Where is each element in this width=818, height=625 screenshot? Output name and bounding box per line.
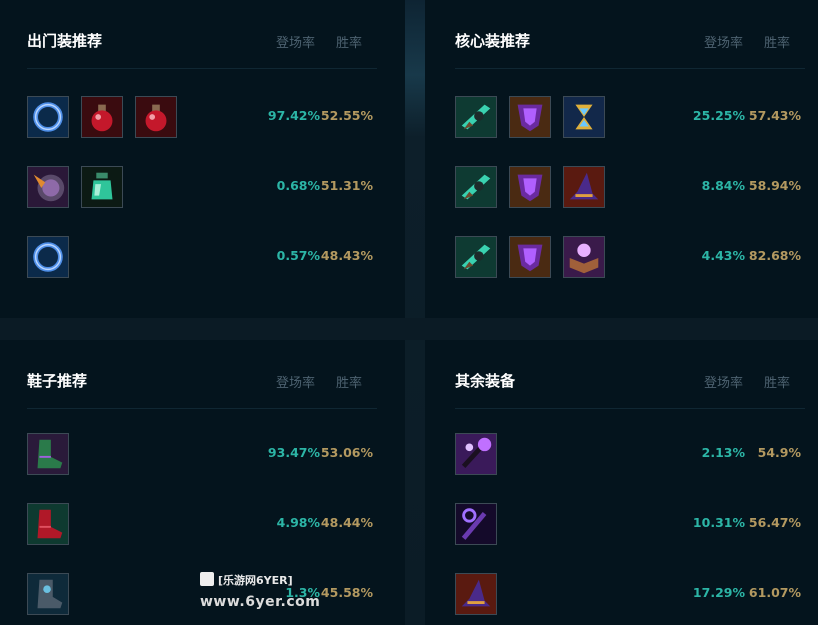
watermark-url-text: www.6yer.com: [200, 594, 321, 610]
win-rate-value: 57.43%: [748, 108, 801, 123]
header-divider: [455, 68, 805, 69]
win-rate-value: 52.55%: [320, 108, 373, 123]
gunblade-item-icon[interactable]: [455, 166, 497, 208]
starting-items-panel: 出门装推荐 登场率 胜率 97.42% 52.55% 0.68% 51.31% …: [0, 0, 405, 318]
header-divider: [27, 408, 377, 409]
build-row[interactable]: 25.25% 57.43%: [455, 96, 818, 140]
win-rate-value: 61.07%: [748, 585, 801, 600]
panel-title: 鞋子推荐: [27, 372, 88, 390]
watermark-logo-icon: [200, 572, 214, 586]
win-rate-value: 53.06%: [320, 445, 373, 460]
panel-header: 其余装备 登场率 胜率: [455, 366, 818, 396]
watermark-top-text: [乐游网6YER]: [218, 574, 293, 587]
build-row[interactable]: 0.57% 48.43%: [27, 236, 405, 280]
ring-item-icon[interactable]: [27, 96, 69, 138]
build-row[interactable]: 2.13% 54.9%: [455, 433, 818, 477]
gunblade-item-icon[interactable]: [455, 96, 497, 138]
build-row[interactable]: 0.68% 51.31%: [27, 166, 405, 210]
purple-mask-item-icon[interactable]: [509, 236, 551, 278]
win-rate-header: 胜率: [336, 376, 363, 391]
pick-rate-header: 登场率: [704, 36, 744, 51]
red-boots-icon[interactable]: [27, 503, 69, 545]
ring-item-icon[interactable]: [27, 236, 69, 278]
pick-rate-header: 登场率: [276, 376, 316, 391]
panel-header: 核心装推荐 登场率 胜率: [455, 26, 818, 56]
win-rate-header: 胜率: [764, 36, 791, 51]
purple-staff-item-icon[interactable]: [455, 503, 497, 545]
win-rate-value: 48.44%: [320, 515, 373, 530]
build-row[interactable]: 10.31% 56.47%: [455, 503, 818, 547]
purple-shield-item-icon[interactable]: [27, 166, 69, 208]
pick-rate-header: 登场率: [704, 376, 744, 391]
panel-header: 鞋子推荐 登场率 胜率: [27, 366, 405, 396]
armored-boots-icon[interactable]: [27, 573, 69, 615]
gunblade-item-icon[interactable]: [455, 236, 497, 278]
wizard-hat-item-icon[interactable]: [563, 166, 605, 208]
build-row[interactable]: 8.84% 58.94%: [455, 166, 818, 210]
win-rate-value: 51.31%: [320, 178, 373, 193]
build-row[interactable]: 4.98% 48.44%: [27, 503, 405, 547]
win-rate-value: 82.68%: [748, 248, 801, 263]
other-items-panel: 其余装备 登场率 胜率 2.13% 54.9% 10.31% 56.47% 17…: [425, 340, 818, 625]
win-rate-header: 胜率: [336, 36, 363, 51]
panel-separator-horizontal: [0, 318, 818, 340]
green-boots-icon[interactable]: [27, 433, 69, 475]
pick-rate-header: 登场率: [276, 36, 316, 51]
green-potion-icon[interactable]: [81, 166, 123, 208]
panel-title: 出门装推荐: [27, 32, 103, 50]
panel-title: 其余装备: [455, 372, 516, 390]
panel-header: 出门装推荐 登场率 胜率: [27, 26, 405, 56]
header-divider: [27, 68, 377, 69]
purple-mask-item-icon[interactable]: [509, 96, 551, 138]
wizard-hat-item-icon[interactable]: [455, 573, 497, 615]
health-potion-icon[interactable]: [81, 96, 123, 138]
build-row[interactable]: 17.29% 61.07%: [455, 573, 818, 617]
panel-separator-vertical: [405, 0, 425, 625]
win-rate-value: 48.43%: [320, 248, 373, 263]
win-rate-header: 胜率: [764, 376, 791, 391]
void-staff-item-icon[interactable]: [455, 433, 497, 475]
health-potion-icon[interactable]: [135, 96, 177, 138]
panel-title: 核心装推荐: [455, 32, 531, 50]
win-rate-value: 56.47%: [748, 515, 801, 530]
spellbook-item-icon[interactable]: [563, 236, 605, 278]
core-items-panel: 核心装推荐 登场率 胜率 25.25% 57.43% 8.84% 58.94%: [425, 0, 818, 318]
build-row[interactable]: 93.47% 53.06%: [27, 433, 405, 477]
build-row[interactable]: 97.42% 52.55%: [27, 96, 405, 140]
header-divider: [455, 408, 805, 409]
win-rate-value: 58.94%: [748, 178, 801, 193]
purple-mask-item-icon[interactable]: [509, 166, 551, 208]
build-row[interactable]: 4.43% 82.68%: [455, 236, 818, 280]
win-rate-value: 54.9%: [757, 445, 801, 460]
site-watermark: [乐游网6YER] www.6yer.com: [200, 572, 330, 614]
hourglass-item-icon[interactable]: [563, 96, 605, 138]
